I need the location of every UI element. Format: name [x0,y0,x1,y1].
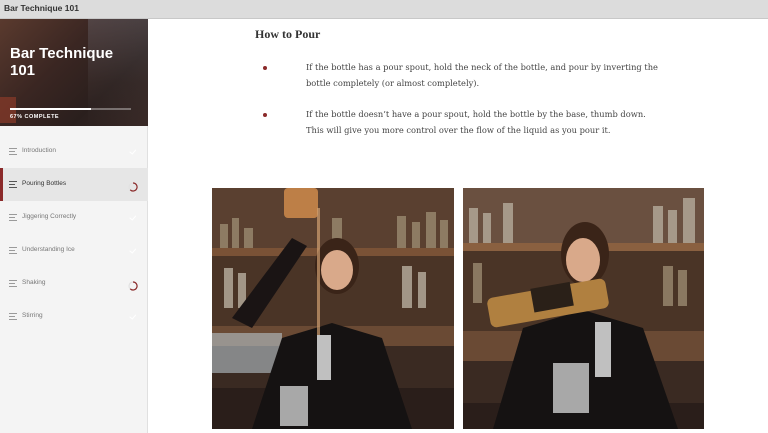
lesson-list-icon [9,181,17,188]
bullet-text-1: If the bottle has a pour spout, hold the… [306,62,658,88]
course-progress-label: 67% COMPLETE [10,114,60,120]
check-circle-icon [128,146,138,156]
lesson-list-icon [9,313,17,320]
lesson-label: Pouring Bottles [22,180,67,187]
bullet-text-2: If the bottle doesn’t have a pour spout,… [306,109,646,135]
course-sidebar: Bar Technique 101 67% COMPLETE Introduct… [0,19,148,433]
photo-pour-spout [212,188,454,429]
photo-no-pour-spout [463,188,704,429]
lesson-list: Introduction Pouring Bottles Jiggering Cor… [0,135,148,333]
window-title: Bar Technique 101 [4,3,79,13]
course-title: Bar Technique 101 [10,45,114,79]
lesson-label: Shaking [22,279,46,286]
course-hero: Bar Technique 101 67% COMPLETE [0,19,148,126]
bullet-dot-icon [263,66,267,70]
lesson-item[interactable]: Introduction [0,135,148,168]
lesson-list-icon [9,214,17,221]
lesson-list-icon [9,280,17,287]
lesson-item[interactable]: Shaking [0,267,148,300]
section-heading: How to Pour [255,27,321,41]
lesson-content: How to Pour If the bottle has a pour spo… [149,19,768,433]
lesson-item[interactable]: Jiggering Correctly [0,201,148,234]
bullet-dot-icon [263,113,267,117]
lesson-label: Jiggering Correctly [22,213,77,220]
progress-ring-icon [128,278,138,291]
progress-ring-icon [128,179,138,192]
lesson-item[interactable]: Stirring [0,300,148,333]
check-circle-icon [128,212,138,222]
check-circle-icon [128,245,138,255]
lesson-list-icon [9,247,17,254]
course-progress-fill [10,108,92,110]
lesson-item[interactable]: Understanding Ice [0,234,148,267]
lesson-label: Stirring [22,312,43,319]
course-progress-bar [10,108,131,110]
lesson-label: Understanding Ice [22,246,75,253]
lesson-list-icon [9,148,17,155]
window-titlebar: Bar Technique 101 [0,0,768,19]
check-circle-icon [128,311,138,321]
lesson-label: Introduction [22,147,56,154]
lesson-item[interactable]: Pouring Bottles [0,168,148,201]
